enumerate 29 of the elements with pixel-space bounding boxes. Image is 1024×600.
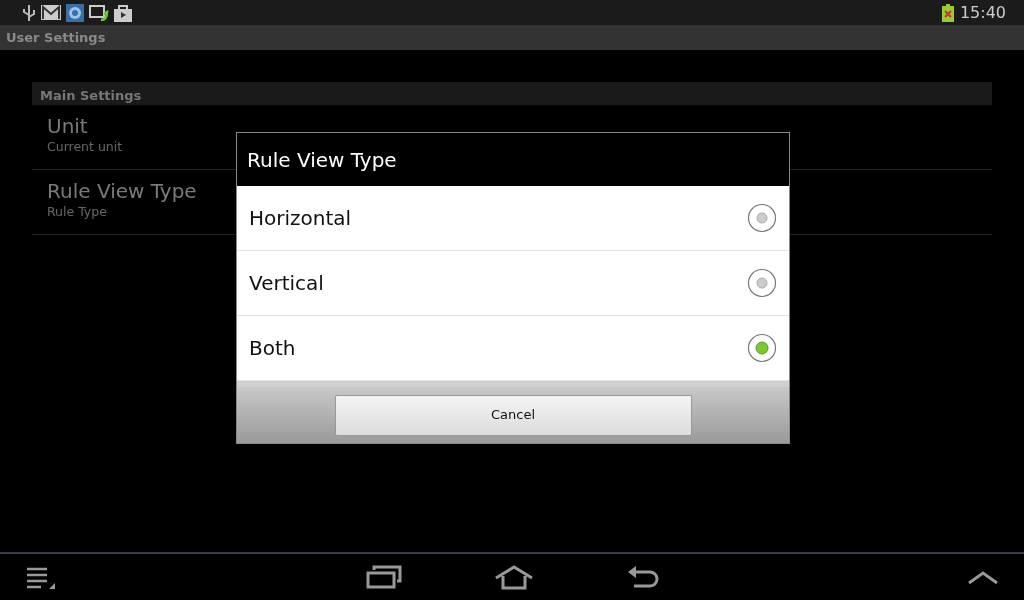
option-label: Vertical <box>249 270 324 297</box>
sync-icon <box>89 3 109 22</box>
setting-summary: Rule Type <box>47 203 107 221</box>
option-row[interactable]: Vertical <box>237 251 789 316</box>
clock-time: 15:40 <box>959 1 1006 24</box>
radio-button[interactable] <box>747 203 777 233</box>
radio-button[interactable] <box>747 333 777 363</box>
setting-summary: Current unit <box>47 138 123 156</box>
back-icon[interactable] <box>626 565 660 589</box>
chevron-up-icon[interactable] <box>967 569 999 585</box>
option-row[interactable]: Both <box>237 316 789 381</box>
setting-title: Rule View Type <box>47 180 197 203</box>
radio-button[interactable] <box>747 268 777 298</box>
chat-icon <box>66 3 84 22</box>
menu-icon[interactable] <box>25 565 55 589</box>
recent-apps-icon[interactable] <box>366 565 402 589</box>
section-header: Main Settings <box>32 82 992 105</box>
option-label: Both <box>249 335 296 362</box>
dialog-title: Rule View Type <box>247 146 397 174</box>
setting-title: Unit <box>47 115 88 138</box>
usb-icon <box>22 3 36 22</box>
app-title: User Settings <box>6 28 106 47</box>
battery-icon <box>941 3 954 22</box>
option-row[interactable]: Horizontal <box>237 186 789 251</box>
option-label: Horizontal <box>249 205 352 232</box>
cancel-button[interactable]: Cancel <box>334 394 692 436</box>
mail-icon <box>41 5 61 20</box>
home-icon[interactable] <box>494 564 534 590</box>
store-icon <box>114 3 132 22</box>
